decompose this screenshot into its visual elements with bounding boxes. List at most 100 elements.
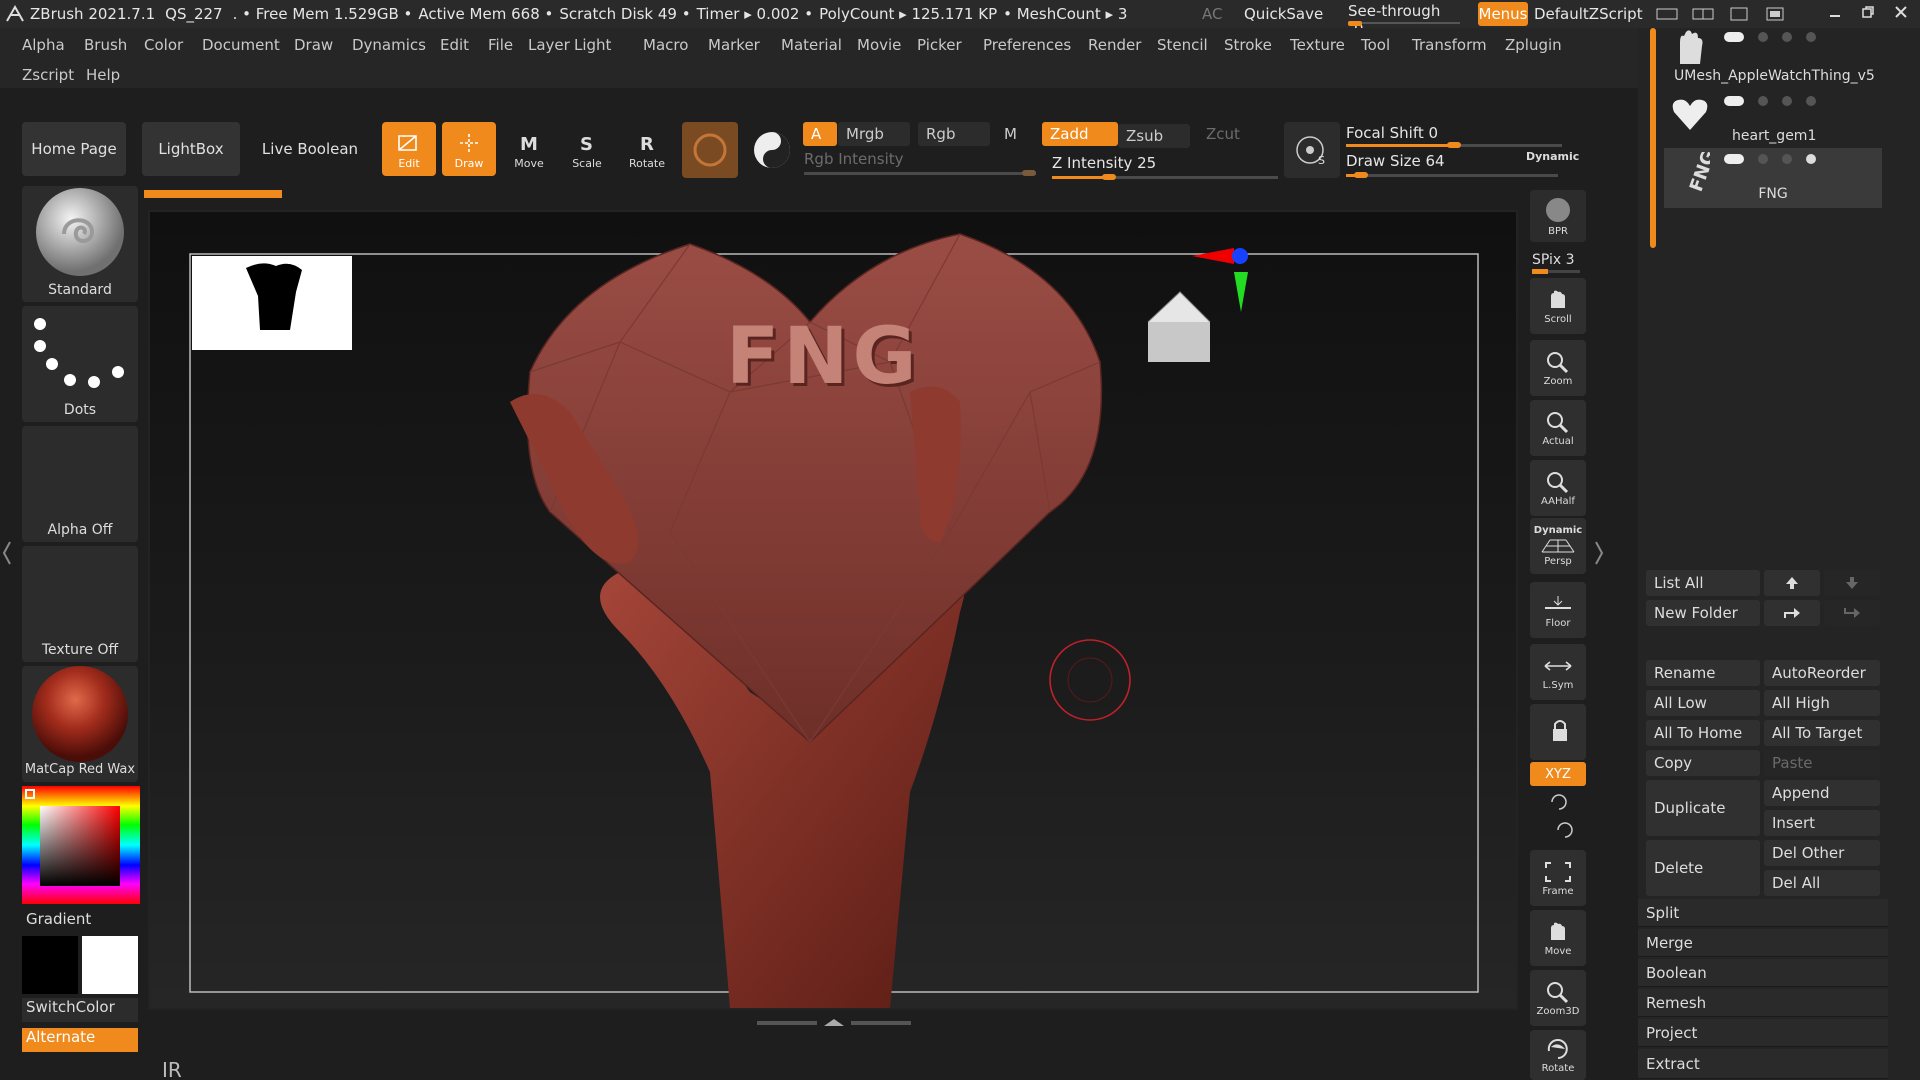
ui-split-icon[interactable] (1764, 6, 1786, 22)
menus-toggle[interactable]: Menus (1478, 2, 1528, 26)
close-icon[interactable] (1893, 4, 1909, 20)
a-mode-toggle[interactable]: A (803, 122, 837, 146)
lightbox-button[interactable]: LightBox (142, 122, 240, 176)
move-view-button[interactable]: Move (1530, 910, 1586, 966)
actual-button[interactable]: Actual (1530, 400, 1586, 456)
menu-brush[interactable]: Brush (84, 36, 127, 54)
menu-light[interactable]: Light (574, 36, 611, 54)
merge-menu[interactable]: Merge (1638, 929, 1888, 957)
ui-layout-alt-icon[interactable] (1692, 6, 1714, 22)
duplicate-button[interactable]: Duplicate (1646, 780, 1760, 836)
folder-in-button[interactable] (1764, 600, 1820, 626)
persp-button[interactable]: Dynamic Persp (1530, 518, 1586, 574)
zoom3d-button[interactable]: Zoom3D (1530, 970, 1586, 1026)
restore-icon[interactable] (1860, 4, 1876, 20)
subtool-visibility-icons[interactable] (1724, 96, 1874, 108)
menu-help[interactable]: Help (86, 66, 120, 84)
rgb-toggle[interactable]: Rgb (918, 122, 990, 146)
insert-button[interactable]: Insert (1764, 810, 1880, 836)
zadd-toggle[interactable]: Zadd (1042, 122, 1118, 146)
xyz-toggle[interactable]: XYZ (1530, 762, 1586, 786)
append-button[interactable]: Append (1764, 780, 1880, 806)
minimize-icon[interactable] (1827, 4, 1843, 20)
see-through-slider[interactable]: See-through 0 (1348, 2, 1460, 38)
quicksave-button[interactable]: QuickSave (1244, 5, 1323, 23)
menu-macro[interactable]: Macro (643, 36, 688, 54)
copy-button[interactable]: Copy (1646, 750, 1760, 776)
main-color-swatch[interactable] (22, 936, 78, 994)
home-page-button[interactable]: Home Page (22, 122, 126, 176)
del-all-button[interactable]: Del All (1764, 870, 1880, 896)
paste-button[interactable]: Paste (1764, 750, 1880, 776)
ui-layout-icon[interactable] (1656, 6, 1678, 22)
lock-transp-button[interactable] (1530, 704, 1586, 760)
rotate-button[interactable]: R Rotate (620, 122, 674, 176)
lazy-mouse-icon[interactable]: S (1284, 122, 1340, 178)
secondary-color-swatch[interactable] (82, 936, 138, 994)
move-down-button[interactable] (1824, 570, 1880, 596)
subtool-item-heart[interactable]: heart_gem1 (1664, 88, 1882, 148)
all-to-home-button[interactable]: All To Home (1646, 720, 1760, 746)
zsub-toggle[interactable]: Zsub (1118, 124, 1190, 148)
menu-draw[interactable]: Draw (294, 36, 333, 54)
aahalf-button[interactable]: AAHalf (1530, 460, 1586, 516)
menu-alpha[interactable]: Alpha (22, 36, 65, 54)
mrgb-toggle[interactable]: Mrgb (838, 122, 910, 146)
switchcolor-button[interactable]: SwitchColor (22, 998, 138, 1022)
m-toggle[interactable]: M (996, 122, 1030, 146)
menu-dynamics[interactable]: Dynamics (352, 36, 426, 54)
menu-marker[interactable]: Marker (708, 36, 760, 54)
color-saturation-field[interactable] (40, 806, 120, 886)
texture-swatch-button[interactable] (744, 122, 800, 178)
rgb-intensity-slider[interactable]: Rgb Intensity (804, 150, 1036, 176)
live-boolean-button[interactable]: Live Boolean (256, 122, 364, 176)
menu-render[interactable]: Render (1088, 36, 1141, 54)
subtool-item-fng-selected[interactable]: FNG FNG (1664, 148, 1882, 208)
edit-button[interactable]: Edit (382, 122, 436, 176)
scroll-button[interactable]: Scroll (1530, 278, 1586, 334)
menu-stencil[interactable]: Stencil (1157, 36, 1208, 54)
material-selector[interactable]: MatCap Red Wax (22, 666, 138, 782)
list-all-button[interactable]: List All (1646, 570, 1760, 596)
subtool-scrollbar[interactable] (1650, 28, 1656, 248)
rotate-view-button[interactable]: Rotate (1530, 1030, 1586, 1080)
move-button[interactable]: M Move (502, 122, 556, 176)
lsym-button[interactable]: L.Sym (1530, 644, 1586, 700)
floor-button[interactable]: Floor (1530, 582, 1586, 638)
menu-stroke[interactable]: Stroke (1224, 36, 1272, 54)
right-tray-arrow-icon[interactable] (1594, 540, 1604, 566)
boolean-menu[interactable]: Boolean (1638, 959, 1888, 987)
dynamic-toggle[interactable]: Dynamic (1526, 150, 1579, 163)
menu-layer[interactable]: Layer (528, 36, 570, 54)
ac-label[interactable]: AC (1202, 5, 1222, 23)
texture-selector[interactable]: Texture Off (22, 546, 138, 662)
z-intensity-slider[interactable]: Z Intensity 25 (1052, 154, 1278, 182)
color-picker[interactable] (22, 786, 140, 904)
all-low-button[interactable]: All Low (1646, 690, 1760, 716)
split-menu[interactable]: Split (1638, 899, 1888, 927)
menu-movie[interactable]: Movie (857, 36, 901, 54)
alpha-selector[interactable]: Alpha Off (22, 426, 138, 542)
gradient-label[interactable]: Gradient (26, 910, 91, 928)
rotate-y-icon[interactable] (1548, 792, 1570, 812)
autoreorder-button[interactable]: AutoReorder (1764, 660, 1880, 686)
menu-color[interactable]: Color (144, 36, 183, 54)
all-high-button[interactable]: All High (1764, 690, 1880, 716)
menu-transform[interactable]: Transform (1412, 36, 1487, 54)
ui-switch-icon[interactable] (1728, 6, 1750, 22)
extract-menu[interactable]: Extract (1638, 1049, 1888, 1079)
all-to-target-button[interactable]: All To Target (1764, 720, 1880, 746)
menu-picker[interactable]: Picker (917, 36, 962, 54)
menu-file[interactable]: File (488, 36, 513, 54)
menu-zscript[interactable]: Zscript (22, 66, 74, 84)
project-menu[interactable]: Project (1638, 1019, 1888, 1047)
stroke-selector[interactable]: Dots (22, 306, 138, 422)
rotate-z-icon[interactable] (1554, 820, 1576, 840)
canvas-bottom-handle[interactable] (754, 1018, 914, 1028)
del-other-button[interactable]: Del Other (1764, 840, 1880, 866)
menu-texture[interactable]: Texture (1290, 36, 1345, 54)
menu-edit[interactable]: Edit (440, 36, 469, 54)
focal-shift-slider[interactable]: Focal Shift 0 (1346, 124, 1562, 148)
scale-button[interactable]: S Scale (560, 122, 614, 176)
left-tray-arrow-icon[interactable] (2, 540, 12, 566)
